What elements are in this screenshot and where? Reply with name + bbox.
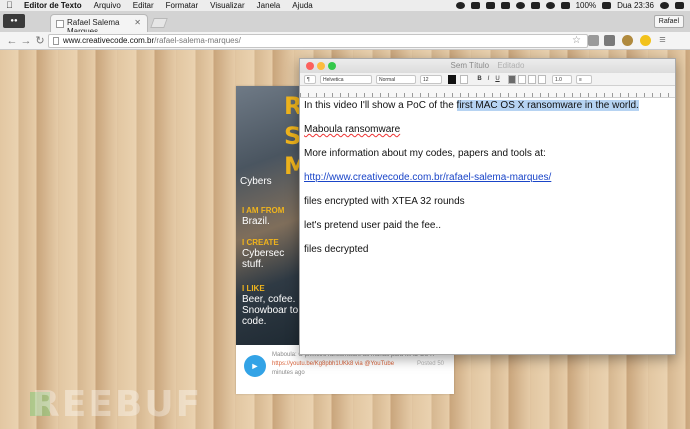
url-host: www.creativecode.com.br	[63, 36, 155, 45]
minimize-window-icon[interactable]	[317, 62, 325, 70]
section-label: I LIKE	[242, 284, 265, 293]
close-window-icon[interactable]	[306, 62, 314, 70]
menu-ajuda[interactable]: Ajuda	[292, 1, 312, 10]
tweet-posted: Posted 50	[416, 361, 444, 367]
extension-icon[interactable]	[622, 35, 633, 46]
text-line: http://www.creativecode.com.br/rafael-sa…	[304, 172, 672, 196]
paragraph-styles-button[interactable]: ¶	[304, 75, 316, 84]
highlight-color-swatch[interactable]	[460, 75, 468, 84]
airplay-icon[interactable]	[530, 2, 540, 9]
new-tab-button[interactable]	[150, 18, 168, 28]
time-machine-icon[interactable]	[515, 2, 525, 9]
spotlight-icon[interactable]	[660, 2, 669, 9]
upload-icon[interactable]	[485, 2, 495, 9]
watermark: REEBUF	[32, 384, 203, 425]
menu-formatar[interactable]: Formatar	[166, 1, 198, 10]
battery-percent[interactable]: 100%	[576, 1, 596, 10]
align-right-button[interactable]	[528, 75, 536, 84]
text-line: In this video I'll show a PoC of the fir…	[304, 100, 639, 111]
forward-icon[interactable]: →	[20, 35, 32, 47]
notification-center-icon[interactable]	[675, 2, 684, 9]
volume-icon[interactable]	[560, 2, 570, 9]
bookmark-star-icon[interactable]: ☆	[572, 35, 581, 46]
menu-janela[interactable]: Janela	[257, 1, 281, 10]
dropbox-icon[interactable]	[470, 2, 480, 9]
text-line: files decrypted	[304, 244, 369, 255]
align-center-button[interactable]	[518, 75, 526, 84]
extension-icon[interactable]	[604, 35, 615, 46]
browser-tab[interactable]: Rafael Salema Marques ✕	[50, 14, 148, 36]
extension-icon[interactable]	[640, 35, 651, 46]
big-letter: S	[284, 122, 300, 150]
textedit-window[interactable]: Sem Título Editado ¶ Helvetica Normal 12…	[299, 58, 676, 355]
sync-icon[interactable]	[500, 2, 510, 9]
url-path: /rafael-salema-marques/	[154, 36, 241, 45]
line-spacing-select[interactable]: 1.0	[552, 75, 572, 84]
browser-toolbar: ← → ↻ www.creativecode.com.br/rafael-sal…	[0, 32, 690, 50]
menu-editar[interactable]: Editar	[133, 1, 154, 10]
extension-icon[interactable]	[588, 35, 599, 46]
chrome-menu-icon[interactable]: ≡	[657, 35, 668, 46]
menu-clock[interactable]: Dua 23:36	[617, 1, 654, 10]
section-label: I AM FROM	[242, 206, 285, 215]
section-text: Brazil.	[242, 216, 270, 227]
text-color-swatch[interactable]	[448, 75, 456, 84]
twitter-bird-icon[interactable]: ►	[244, 355, 266, 377]
window-titlebar[interactable]: Sem Título Editado	[300, 59, 675, 73]
document-link[interactable]: http://www.creativecode.com.br/rafael-sa…	[304, 172, 551, 183]
selected-text: first MAC OS X ransomware in the world.	[456, 100, 639, 111]
profile-button[interactable]: Rafael	[653, 15, 684, 28]
bold-button[interactable]: B	[476, 75, 483, 84]
big-letter: M	[284, 152, 300, 180]
record-icon[interactable]	[455, 2, 465, 9]
menu-bar:  Editor de Texto Arquivo Editar Formata…	[0, 0, 690, 11]
browser-tab-strip: ●● Rafael Salema Marques ✕ Rafael	[0, 11, 690, 36]
italic-button[interactable]: I	[485, 75, 492, 84]
page-icon	[56, 20, 64, 28]
big-letter: R	[284, 92, 300, 120]
menu-arquivo[interactable]: Arquivo	[94, 1, 121, 10]
cyber-label: Cybers	[240, 176, 272, 187]
section-label: I CREATE	[242, 238, 279, 247]
app-logo-icon: ●●	[3, 14, 25, 28]
section-text: Beer, cofee. Snowboar to code.	[242, 294, 299, 327]
wifi-icon[interactable]	[545, 2, 555, 9]
font-family-select[interactable]: Helvetica	[320, 75, 372, 84]
font-size-select[interactable]: 12	[420, 75, 442, 84]
address-bar[interactable]: www.creativecode.com.br/rafael-salema-ma…	[48, 34, 588, 48]
format-bar: ¶ Helvetica Normal 12 B I U 1.0 ≡	[300, 73, 675, 86]
text-line: Maboula ransomware	[304, 124, 401, 135]
status-tray: 100% Dua 23:36	[455, 1, 690, 10]
tweet-time: minutes ago	[272, 370, 305, 376]
document-status: Editado	[497, 61, 525, 70]
align-left-button[interactable]	[508, 75, 516, 84]
profile-image: R S M Cybers I AM FROM Brazil. I CREATE …	[236, 86, 300, 345]
text-line: files encrypted with XTEA 32 rounds	[304, 196, 465, 207]
battery-icon[interactable]	[602, 2, 612, 9]
list-bullets-select[interactable]: ≡	[576, 75, 592, 84]
ruler[interactable]	[300, 86, 675, 98]
section-text: Cybersec stuff.	[242, 248, 285, 270]
back-icon[interactable]: ←	[6, 35, 18, 47]
document-title: Sem Título	[450, 61, 490, 70]
apple-icon[interactable]: 	[6, 1, 14, 10]
menu-visualizar[interactable]: Visualizar	[210, 1, 245, 10]
text-line: More information about my codes, papers …	[304, 148, 546, 159]
close-tab-icon[interactable]: ✕	[134, 18, 141, 27]
text-line: let's pretend user paid the fee..	[304, 220, 441, 231]
page-info-icon[interactable]	[53, 37, 59, 45]
underline-button[interactable]: U	[494, 75, 501, 84]
menu-app-name[interactable]: Editor de Texto	[24, 1, 82, 10]
document-body[interactable]: In this video I'll show a PoC of the fir…	[304, 100, 672, 268]
reload-icon[interactable]: ↻	[34, 35, 46, 47]
font-style-select[interactable]: Normal	[376, 75, 416, 84]
zoom-window-icon[interactable]	[328, 62, 336, 70]
align-justify-button[interactable]	[538, 75, 546, 84]
